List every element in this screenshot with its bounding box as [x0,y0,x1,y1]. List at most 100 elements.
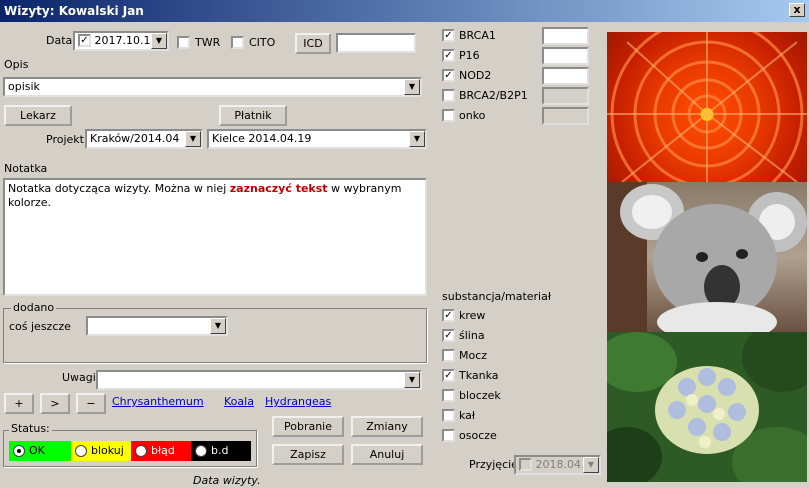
chevron-down-icon[interactable]: ▼ [185,131,201,147]
substance-item-label: Tkanka [459,369,499,382]
chevron-down-icon[interactable]: ▼ [583,457,599,473]
marker-label: BRCA2/B2P1 [459,89,528,102]
projekt-dropdown[interactable]: Kraków/2014.04 ▼ [85,129,203,149]
status-blad-label: błąd [151,444,175,457]
cos-label: coś jeszcze [9,320,71,333]
date-picker[interactable]: ✓ 2017.10.16 ▼ [73,31,169,51]
cos-dropdown[interactable]: ▼ [86,316,228,336]
koala-image [607,182,807,332]
status-bd[interactable]: b.d [191,441,251,461]
pobranie-button[interactable]: Pobranie [272,416,344,437]
link-chrysanthemum[interactable]: Chrysanthemum [112,395,204,408]
opis-dropdown[interactable]: opisik ▼ [3,77,422,97]
chrysanthemum-petals-icon [607,32,807,182]
chevron-down-icon[interactable]: ▼ [404,79,420,95]
twr-label: TWR [195,36,221,49]
substance-checkbox[interactable] [442,409,455,422]
note-textarea[interactable]: Notatka dotycząca wizyty. Można w niej z… [3,178,427,296]
brca1-input[interactable] [542,27,589,45]
substance-checkbox[interactable]: ✓ [442,369,455,382]
substance-item-label: osocze [459,429,497,442]
link-koala[interactable]: Koala [224,395,254,408]
remove-button[interactable]: − [76,393,106,414]
uwagi-label: Uwagi [62,371,96,384]
marker-label: P16 [459,49,480,62]
close-button[interactable]: x [789,3,805,17]
icd-button[interactable]: ICD [295,33,331,54]
marker-checkbox[interactable]: ✓ [442,69,455,82]
marker-label: NOD2 [459,69,492,82]
zmiany-button[interactable]: Zmiany [351,416,423,437]
projekt2-value: Kielce 2014.04.19 [212,132,312,145]
note-highlight: zaznaczyć tekst [229,182,328,195]
cito-label: CITO [249,36,276,49]
anuluj-button[interactable]: Anuluj [351,444,423,465]
brca2-input [542,87,589,105]
footer-hint: Data wizyty. [193,474,261,487]
substance-checkbox[interactable]: ✓ [442,329,455,342]
opis-label: Opis [4,58,29,71]
przyjecie-label: Przyjęcie [469,458,518,471]
marker-label: onko [459,109,486,122]
window-title: Wizyty: Kowalski Jan [4,4,144,18]
status-bd-label: b.d [211,444,229,457]
substance-checkbox[interactable] [442,389,455,402]
radio-icon [75,445,87,457]
marker-checkbox[interactable]: ✓ [442,29,455,42]
status-ok[interactable]: OK [9,441,71,461]
radio-icon [135,445,147,457]
radio-icon [195,445,207,457]
status-label: Status: [9,422,52,435]
substance-item-label: bloczek [459,389,501,402]
hydrangeas-image [607,332,807,482]
title-bar: Wizyty: Kowalski Jan [0,0,809,22]
platnik-button[interactable]: Płatnik [219,105,287,126]
link-hydrangeas[interactable]: Hydrangeas [265,395,331,408]
icd-input[interactable] [336,33,416,53]
add-button[interactable]: + [4,393,34,414]
chevron-down-icon[interactable]: ▼ [404,372,420,388]
chevron-down-icon[interactable]: ▼ [210,318,226,334]
marker-checkbox[interactable] [442,89,455,102]
next-button[interactable]: > [40,393,70,414]
uwagi-dropdown[interactable]: ▼ [96,370,422,390]
substance-label: substancja/materiał [442,290,551,303]
substance-item-label: Mocz [459,349,488,362]
marker-label: BRCA1 [459,29,496,42]
p16-input[interactable] [542,47,589,65]
note-text: Notatka dotycząca wizyty. Można w niej [8,182,230,195]
onko-input [542,107,589,125]
substance-item-label: krew [459,309,486,322]
chevron-down-icon[interactable]: ▼ [151,33,167,49]
opis-value: opisik [8,80,40,93]
date-enabled-checkbox[interactable]: ✓ [78,33,91,47]
nod2-input[interactable] [542,67,589,85]
cito-checkbox[interactable] [231,36,244,49]
checkmark-icon: ✓ [80,34,89,46]
marker-checkbox[interactable] [442,109,455,122]
przyjecie-picker[interactable]: 2018.04.26 ▼ [514,455,601,475]
radio-icon [13,445,25,457]
status-blad[interactable]: błąd [131,441,191,461]
substance-checkbox[interactable] [442,349,455,362]
lekarz-button[interactable]: Lekarz [4,105,72,126]
status-blokuj[interactable]: blokuj [71,441,131,461]
zapisz-button[interactable]: Zapisz [272,444,344,465]
dodano-label: dodano [11,301,57,314]
status-ok-label: OK [29,444,45,457]
chrysanthemum-image [607,32,807,182]
substance-checkbox[interactable] [442,429,455,442]
substance-item-label: kał [459,409,476,422]
przyjecie-checkbox[interactable] [519,457,532,471]
notatka-label: Notatka [4,162,48,175]
hydrangea-icon [607,332,807,482]
marker-checkbox[interactable]: ✓ [442,49,455,62]
projekt2-dropdown[interactable]: Kielce 2014.04.19 ▼ [207,129,427,149]
substance-item-label: ślina [459,329,485,342]
substance-checkbox[interactable]: ✓ [442,309,455,322]
twr-checkbox[interactable] [177,36,190,49]
status-blokuj-label: blokuj [91,444,124,457]
date-value: 2017.10.16 [94,34,158,47]
projekt-value: Kraków/2014.04 [90,132,180,145]
chevron-down-icon[interactable]: ▼ [409,131,425,147]
